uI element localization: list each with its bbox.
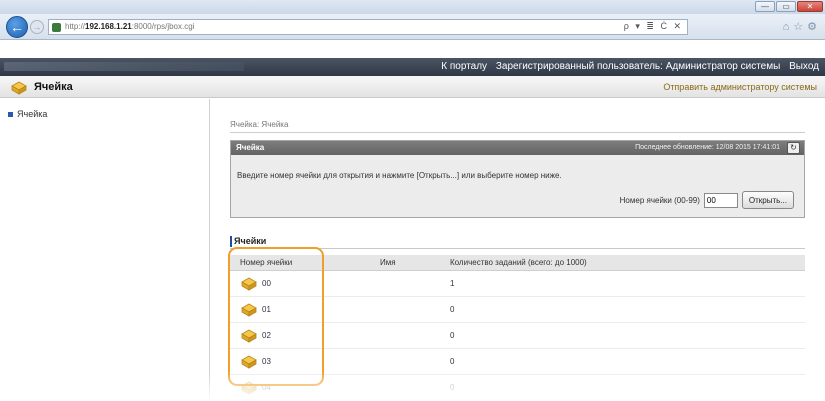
product-logo bbox=[4, 62, 244, 71]
address-tools[interactable]: ρ ▾ ≣ Ċ ✕ bbox=[624, 21, 683, 32]
refresh-button[interactable]: ↻ bbox=[787, 142, 800, 154]
forward-button[interactable]: → bbox=[30, 20, 44, 34]
table-row: 02 0 bbox=[230, 323, 805, 349]
box-jobs: 0 bbox=[450, 331, 455, 340]
box-number-row: Номер ячейки (00-99) Открыть... bbox=[620, 191, 794, 209]
bottom-fade bbox=[0, 371, 825, 401]
close-window-button[interactable]: ✕ bbox=[797, 1, 823, 12]
mailbox-icon bbox=[241, 355, 257, 369]
home-icon[interactable]: ⌂ bbox=[783, 21, 794, 33]
box-cell[interactable]: 00 bbox=[230, 276, 380, 291]
box-number-link[interactable]: 03 bbox=[262, 357, 271, 366]
browser-toolbar-icons: ⌂☆⚙ bbox=[783, 20, 821, 33]
box-number-link[interactable]: 00 bbox=[262, 279, 271, 288]
box-jobs: 1 bbox=[450, 279, 455, 288]
app-header: К порталу Зарегистрированный пользовател… bbox=[0, 58, 825, 76]
panel-header: Ячейка Последнее обновление: 12/08 2015 … bbox=[231, 141, 804, 155]
mailbox-icon bbox=[11, 81, 27, 95]
box-number-input[interactable] bbox=[703, 192, 738, 208]
section-title: Ячейки bbox=[230, 236, 805, 249]
send-admin-link[interactable]: Отправить администратору системы bbox=[663, 82, 817, 92]
header-jobs[interactable]: Количество заданий (всего: до 1000) bbox=[450, 255, 805, 270]
url-text: http://192.168.1.21:8000/rps/jbox.cgi bbox=[65, 22, 195, 31]
browser-navbar: ← → http://192.168.1.21:8000/rps/jbox.cg… bbox=[0, 14, 825, 40]
user-info: Зарегистрированный пользователь: Админис… bbox=[495, 61, 781, 72]
page-title: Ячейка bbox=[34, 81, 73, 93]
table-row: 01 0 bbox=[230, 297, 805, 323]
box-number-label: Номер ячейки (00-99) bbox=[619, 195, 700, 205]
box-cell[interactable]: 03 bbox=[230, 354, 380, 369]
page-title-band: Ячейка Отправить администратору системы bbox=[0, 76, 825, 98]
minimize-button[interactable]: — bbox=[755, 1, 775, 12]
bullet-icon bbox=[8, 111, 13, 117]
sidebar-item-mailbox[interactable]: Ячейка bbox=[8, 109, 47, 119]
box-number-link[interactable]: 02 bbox=[262, 331, 271, 340]
window-titlebar: — ▭ ✕ bbox=[0, 0, 825, 14]
portal-link[interactable]: К порталу bbox=[441, 61, 487, 72]
open-box-panel: Ячейка Последнее обновление: 12/08 2015 … bbox=[230, 140, 805, 218]
back-button[interactable]: ← bbox=[6, 16, 28, 38]
panel-title: Ячейка bbox=[236, 143, 265, 152]
header-name[interactable]: Имя bbox=[380, 255, 450, 270]
box-cell[interactable]: 02 bbox=[230, 328, 380, 343]
logout-link[interactable]: Выход bbox=[789, 61, 819, 72]
box-jobs: 0 bbox=[450, 305, 455, 314]
address-bar[interactable]: http://192.168.1.21:8000/rps/jbox.cgi ρ … bbox=[48, 19, 688, 35]
sidebar: Ячейка bbox=[0, 99, 210, 401]
window-controls: — ▭ ✕ bbox=[755, 1, 823, 12]
box-number-link[interactable]: 01 bbox=[262, 305, 271, 314]
gear-icon[interactable]: ⚙ bbox=[807, 21, 821, 33]
mailbox-icon bbox=[241, 303, 257, 317]
mailbox-icon bbox=[241, 329, 257, 343]
last-update-text: Последнее обновление: 12/08 2015 17:41:0… bbox=[635, 144, 780, 151]
box-cell[interactable]: 01 bbox=[230, 302, 380, 317]
table-row: 00 1 bbox=[230, 271, 805, 297]
sidebar-item-label: Ячейка bbox=[17, 109, 48, 119]
table-header: Номер ячейки Имя Количество заданий (все… bbox=[230, 255, 805, 271]
box-jobs: 0 bbox=[450, 357, 455, 366]
site-icon bbox=[52, 23, 61, 32]
header-links: К порталу Зарегистрированный пользовател… bbox=[435, 61, 819, 72]
header-number[interactable]: Номер ячейки bbox=[230, 255, 380, 270]
mailbox-icon bbox=[241, 277, 257, 291]
breadcrumb: Ячейка: Ячейка bbox=[230, 120, 805, 133]
panel-description: Введите номер ячейки для открытия и нажм… bbox=[237, 171, 562, 180]
star-icon[interactable]: ☆ bbox=[793, 21, 807, 33]
maximize-button[interactable]: ▭ bbox=[776, 1, 796, 12]
open-button[interactable]: Открыть... bbox=[741, 191, 794, 209]
